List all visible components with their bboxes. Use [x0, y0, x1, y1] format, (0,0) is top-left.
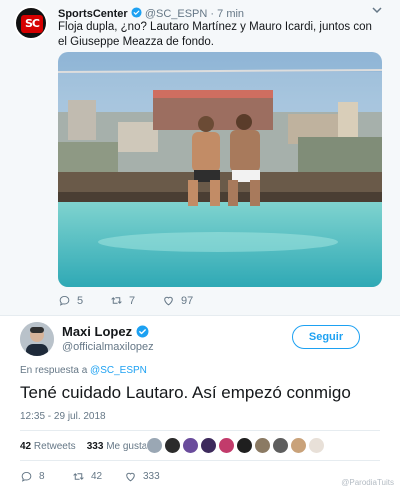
profile-photo [20, 322, 54, 356]
verified-icon [131, 7, 142, 18]
tweet-photo[interactable] [58, 52, 382, 287]
liker-avatar[interactable] [200, 437, 217, 454]
quoted-tweet-header: SportsCenter @SC_ESPN · 7 min [58, 7, 244, 20]
liker-avatar[interactable] [146, 437, 163, 454]
liker-avatar[interactable] [254, 437, 271, 454]
user-handle[interactable]: @officialmaxilopez [62, 341, 154, 353]
separator-dot: · [210, 8, 215, 20]
like-button[interactable]: 333 [124, 470, 160, 483]
retweets-stat[interactable]: 42 Retweets [20, 441, 76, 452]
sportscenter-avatar[interactable]: SC [14, 6, 48, 40]
user-display-name[interactable]: Maxi Lopez [62, 324, 149, 339]
tweet-text: Tené cuidado Lautaro. Así empezó conmigo [20, 383, 351, 402]
tweet-actions: 8 42 333 [20, 470, 360, 484]
liker-avatar[interactable] [236, 437, 253, 454]
tweet-stats: 42 Retweets 333 Me gusta [20, 441, 147, 452]
reply-icon [59, 295, 70, 306]
heart-icon [126, 472, 135, 482]
reply-count: 8 [39, 471, 45, 482]
divider [20, 460, 380, 461]
heart-icon [164, 296, 173, 306]
follow-button[interactable]: Seguir [292, 325, 360, 349]
retweet-button[interactable]: 7 [110, 294, 135, 307]
chevron-down-icon[interactable] [370, 4, 384, 18]
quoted-handle[interactable]: @SC_ESPN [145, 8, 208, 20]
divider [20, 430, 380, 431]
like-count: 97 [181, 294, 194, 307]
reply-to-link[interactable]: @SC_ESPN [90, 365, 147, 376]
tweet-timestamp[interactable]: 12:35 - 29 jul. 2018 [20, 411, 106, 422]
liker-avatar[interactable] [290, 437, 307, 454]
quoted-tweet-text: Floja dupla, ¿no? Lautaro Martínez y Mau… [58, 21, 372, 48]
watermark: @ParodiaTuits [341, 478, 394, 487]
retweet-count: 7 [129, 294, 136, 307]
liker-avatar[interactable] [164, 437, 181, 454]
verified-icon [136, 325, 149, 338]
retweet-icon [111, 297, 122, 304]
reply-button[interactable]: 5 [58, 294, 83, 307]
retweet-count: 42 [91, 471, 103, 482]
quoted-display-name[interactable]: SportsCenter [58, 8, 128, 20]
reply-icon [21, 471, 32, 482]
reply-context: En respuesta a @SC_ESPN [20, 365, 147, 376]
liker-avatar[interactable] [308, 437, 325, 454]
like-button[interactable]: 97 [162, 294, 193, 307]
liker-avatar[interactable] [218, 437, 235, 454]
quoted-tweet[interactable]: SC SportsCenter @SC_ESPN · 7 min Floja d… [0, 0, 400, 316]
retweet-button[interactable]: 42 [72, 470, 102, 483]
like-count: 333 [143, 471, 160, 482]
avatar-logo: SC [21, 15, 43, 33]
liker-avatar[interactable] [272, 437, 289, 454]
likes-stat[interactable]: 333 Me gusta [87, 441, 148, 452]
reply-prefix: En respuesta a [20, 365, 88, 376]
quoted-time[interactable]: 7 min [217, 8, 244, 20]
retweet-icon [73, 473, 84, 480]
reply-count: 5 [77, 294, 84, 307]
quoted-tweet-actions: 5 7 97 [58, 294, 378, 310]
user-avatar[interactable] [20, 322, 54, 356]
reply-button[interactable]: 8 [20, 470, 45, 483]
rooftop-pool-image [58, 52, 382, 287]
liker-avatar[interactable] [182, 437, 199, 454]
display-name-text: Maxi Lopez [62, 324, 133, 339]
